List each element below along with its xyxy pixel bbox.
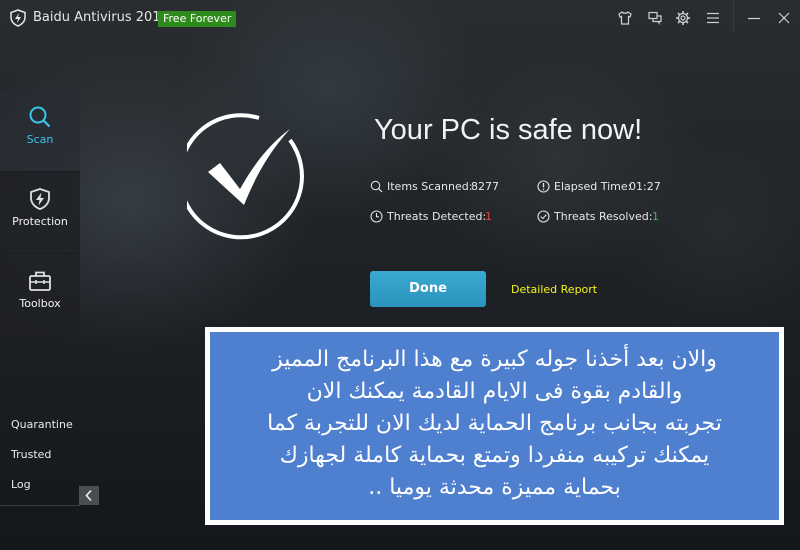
caption-line: تجربته بجانب برنامج الحماية لديك الان لل… (267, 411, 722, 436)
caption-line: والقادم بقوة فى الايام القادمة يمكنك الا… (306, 379, 683, 404)
info-icon (537, 180, 550, 193)
stat-value: 1 (485, 210, 492, 223)
settings-icon[interactable] (675, 10, 691, 26)
stat-label: Elapsed Time: (554, 180, 632, 193)
app-title: Baidu Antivirus 2015 (33, 10, 169, 25)
stat-label: Items Scanned: (387, 180, 473, 193)
toolbox-icon (29, 271, 51, 291)
stat-elapsed-time: Elapsed Time: 01:27 (537, 180, 687, 194)
titlebar-divider (733, 0, 734, 32)
caption-line: بحماية مميزة محدثة يوميا .. (368, 475, 621, 500)
chevron-left-icon (85, 489, 92, 502)
stat-label: Threats Resolved: (554, 210, 653, 223)
close-icon[interactable] (776, 10, 792, 26)
caption-line: يمكنك تركيبه منفردا وتمتع بحماية كاملة ل… (279, 443, 710, 468)
minimize-icon[interactable] (746, 10, 762, 26)
trusted-link[interactable]: Trusted (11, 448, 73, 478)
stat-label: Threats Detected: (387, 210, 487, 223)
sidebar-divider (0, 505, 80, 506)
sidebar-item-label: Toolbox (19, 297, 61, 310)
sidebar-item-label: Protection (12, 215, 68, 228)
stat-value: 01:27 (629, 180, 661, 193)
checkmark-circle-icon (187, 113, 304, 240)
sidebar-item-toolbox[interactable]: Toolbox (0, 254, 80, 336)
sidebar-item-scan[interactable]: Scan (0, 90, 80, 172)
title-bar: Baidu Antivirus 2015 Free Forever (0, 0, 800, 36)
collapse-sidebar-button[interactable] (79, 486, 99, 505)
stat-items-scanned: Items Scanned: 8277 (370, 180, 520, 194)
done-button[interactable]: Done (370, 271, 486, 307)
search-icon (370, 180, 383, 193)
shield-bolt-icon (30, 188, 50, 210)
menu-icon[interactable] (705, 10, 721, 26)
log-link[interactable]: Log (11, 478, 73, 508)
sidebar-links: Quarantine Trusted Log (11, 418, 73, 508)
caption-line: والان بعد أخذنا جوله كبيرة مع هذا البرنا… (272, 347, 717, 372)
stat-value: 8277 (471, 180, 499, 193)
search-icon (29, 106, 51, 128)
arabic-caption-box: والان بعد أخذنا جوله كبيرة مع هذا البرنا… (210, 332, 779, 520)
arabic-caption-overlay: والان بعد أخذنا جوله كبيرة مع هذا البرنا… (205, 327, 784, 525)
scan-result-headline: Your PC is safe now! (374, 114, 643, 146)
stat-value: 1 (652, 210, 659, 223)
sidebar-nav: Scan Protection Toolbox (0, 90, 80, 336)
quarantine-link[interactable]: Quarantine (11, 418, 73, 448)
skin-icon[interactable] (617, 10, 633, 26)
sidebar-item-label: Scan (26, 133, 54, 146)
detailed-report-link[interactable]: Detailed Report (511, 283, 597, 296)
app-logo-icon (10, 9, 26, 27)
feedback-icon[interactable] (647, 10, 663, 26)
stat-threats-detected: Threats Detected: 1 (370, 210, 520, 224)
sidebar-item-protection[interactable]: Protection (0, 172, 80, 254)
stat-threats-resolved: Threats Resolved: 1 (537, 210, 687, 224)
free-forever-badge: Free Forever (158, 11, 237, 27)
check-circle-icon (537, 210, 550, 223)
clock-icon (370, 210, 383, 223)
